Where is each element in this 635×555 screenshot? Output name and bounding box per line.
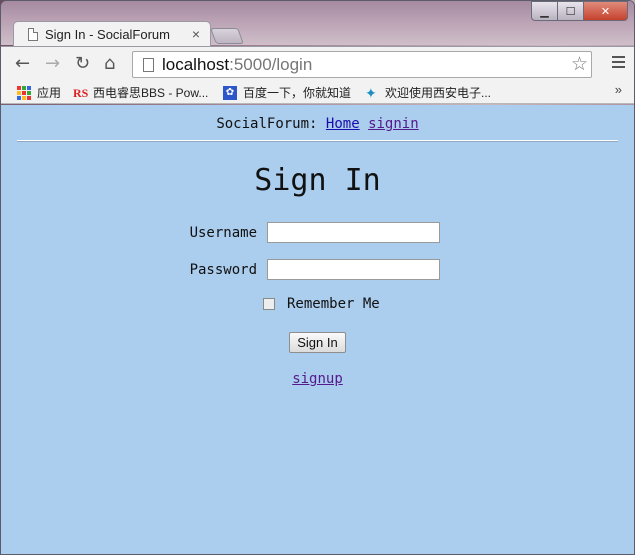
hamburger-menu-icon[interactable] xyxy=(612,56,625,71)
active-tab[interactable]: Sign In - SocialForum × xyxy=(13,21,211,47)
signup-link[interactable]: signup xyxy=(292,371,343,387)
username-input[interactable] xyxy=(267,222,440,243)
window-controls: ▁ ☐ ✕ xyxy=(531,1,628,21)
home-link[interactable]: Home xyxy=(326,116,360,132)
bookmark-rs-bbs[interactable]: RS 西电睿思BBS - Pow... xyxy=(73,84,208,101)
apps-grid-icon xyxy=(17,85,31,100)
page-content: SocialForum: Home signin Sign In Usernam… xyxy=(1,105,634,554)
browser-toolbar: ← → ↻ ⌂ localhost:5000/login ☆ xyxy=(1,46,634,79)
page-title: Sign In xyxy=(254,163,381,198)
reload-icon[interactable]: ↻ xyxy=(75,53,90,74)
password-label: Password xyxy=(189,262,257,278)
remember-me-checkbox[interactable] xyxy=(263,298,275,310)
close-window-button[interactable]: ✕ xyxy=(584,1,628,21)
rs-logo-icon: RS xyxy=(73,85,89,100)
remember-me-row: Remember Me xyxy=(263,296,380,312)
bookmark-label: 应用 xyxy=(37,86,62,100)
bookmark-xidian[interactable]: ✦ 欢迎使用西安电子... xyxy=(365,84,491,101)
bookmark-label: 百度一下，你就知道 xyxy=(243,86,352,100)
password-input[interactable] xyxy=(267,259,440,280)
home-icon[interactable]: ⌂ xyxy=(104,53,115,74)
browser-window: Sign In - SocialForum × ▁ ☐ ✕ ← → ↻ ⌂ lo… xyxy=(0,0,635,555)
back-arrow-icon[interactable]: ← xyxy=(15,53,30,74)
bookmarks-bar: 应用 RS 西电睿思BBS - Pow... ✿ 百度一下，你就知道 ✦ 欢迎使… xyxy=(1,79,634,104)
baidu-paw-icon: ✿ xyxy=(223,85,237,100)
bookmark-star-icon[interactable]: ☆ xyxy=(571,53,588,76)
bookmark-label: 欢迎使用西安电子... xyxy=(385,86,492,100)
document-icon xyxy=(28,28,38,41)
minimize-button[interactable]: ▁ xyxy=(531,1,558,21)
more-bookmarks-icon[interactable]: » xyxy=(615,82,622,97)
address-bar[interactable]: localhost:5000/login ☆ xyxy=(132,51,592,78)
url-host: localhost xyxy=(162,54,230,74)
page-icon xyxy=(143,57,154,72)
title-bar: Sign In - SocialForum × ▁ ☐ ✕ xyxy=(1,1,634,47)
sign-in-button[interactable]: Sign In xyxy=(289,332,346,353)
new-tab-button[interactable] xyxy=(210,28,244,44)
remember-me-label: Remember Me xyxy=(287,296,380,312)
divider xyxy=(17,140,618,142)
tab-title: Sign In - SocialForum xyxy=(45,27,170,42)
tab-close-icon[interactable]: × xyxy=(192,26,200,42)
bookmark-label: 西电睿思BBS - Pow... xyxy=(93,86,209,100)
maximize-button[interactable]: ☐ xyxy=(558,1,584,21)
url-path: :5000/login xyxy=(229,54,313,74)
bookmark-baidu[interactable]: ✿ 百度一下，你就知道 xyxy=(223,84,351,101)
forward-arrow-icon[interactable]: → xyxy=(45,53,60,74)
site-name: SocialForum: xyxy=(216,116,318,132)
bookmark-apps[interactable]: 应用 xyxy=(17,84,61,101)
username-label: Username xyxy=(189,225,257,241)
signin-link[interactable]: signin xyxy=(368,116,419,132)
signup-row: signup xyxy=(1,371,634,387)
site-nav: SocialForum: Home signin xyxy=(1,116,634,132)
globe-icon: ✦ xyxy=(365,84,377,101)
